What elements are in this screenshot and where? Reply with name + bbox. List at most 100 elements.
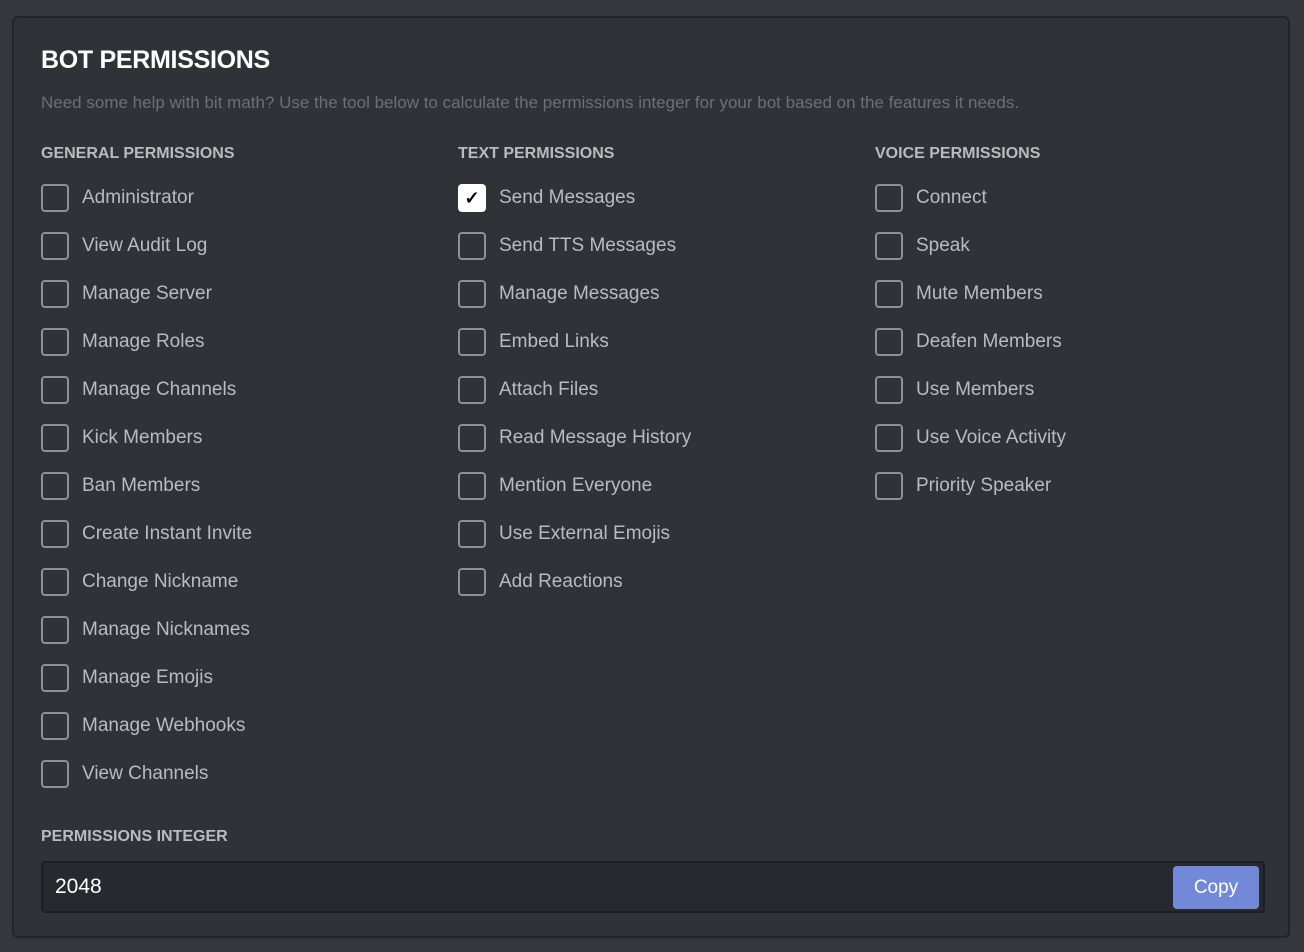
bot-permissions-panel: BOT PERMISSIONS Need some help with bit … bbox=[12, 16, 1290, 938]
voice-permissions-column: VOICE PERMISSIONS ✓ Connect ✓ Speak ✓ Mute Me… bbox=[875, 142, 1066, 510]
general-permissions-heading: GENERAL PERMISSIONS bbox=[41, 145, 235, 162]
permission-mention-everyone[interactable]: ✓ Mention Everyone bbox=[458, 462, 691, 510]
checkbox[interactable]: ✓ bbox=[875, 184, 903, 212]
checkbox[interactable]: ✓ bbox=[875, 424, 903, 452]
permission-label: Manage Roles bbox=[82, 331, 205, 352]
checkbox[interactable]: ✓ bbox=[41, 280, 69, 308]
checkbox[interactable]: ✓ bbox=[458, 184, 486, 212]
checkbox[interactable]: ✓ bbox=[458, 328, 486, 356]
permission-use-voice-activity[interactable]: ✓ Use Voice Activity bbox=[875, 414, 1066, 462]
permission-connect[interactable]: ✓ Connect bbox=[875, 174, 1066, 222]
permission-label: View Audit Log bbox=[82, 235, 208, 256]
checkbox[interactable]: ✓ bbox=[875, 232, 903, 260]
permission-administrator[interactable]: ✓ Administrator bbox=[41, 174, 252, 222]
permission-create-instant-invite[interactable]: ✓ Create Instant Invite bbox=[41, 510, 252, 558]
permission-send-messages[interactable]: ✓ Send Messages bbox=[458, 174, 691, 222]
copy-button[interactable]: Copy bbox=[1173, 866, 1259, 909]
general-permissions-column: GENERAL PERMISSIONS ✓ Administrator ✓ View … bbox=[41, 142, 252, 798]
permission-manage-emojis[interactable]: ✓ Manage Emojis bbox=[41, 654, 252, 702]
permission-label: Manage Server bbox=[82, 283, 212, 304]
permission-label: Send TTS Messages bbox=[499, 235, 677, 256]
permission-label: View Channels bbox=[82, 763, 209, 784]
permissions-integer-input[interactable] bbox=[55, 875, 1055, 899]
checkbox[interactable]: ✓ bbox=[458, 568, 486, 596]
text-permissions-column: TEXT PERMISSIONS ✓ Send Messages ✓ Send TTS… bbox=[458, 142, 691, 606]
permission-label: Connect bbox=[916, 187, 987, 208]
permission-label: Mention Everyone bbox=[499, 475, 653, 496]
permission-send-tts-messages[interactable]: ✓ Send TTS Messages bbox=[458, 222, 691, 270]
checkbox[interactable]: ✓ bbox=[41, 472, 69, 500]
checkbox[interactable]: ✓ bbox=[41, 328, 69, 356]
permission-priority-speaker[interactable]: ✓ Priority Speaker bbox=[875, 462, 1066, 510]
permission-view-channels[interactable]: ✓ View Channels bbox=[41, 750, 252, 798]
permission-manage-nicknames[interactable]: ✓ Manage Nicknames bbox=[41, 606, 252, 654]
permission-label: Manage Channels bbox=[82, 379, 237, 400]
checkbox[interactable]: ✓ bbox=[875, 472, 903, 500]
permission-label: Mute Members bbox=[916, 283, 1043, 304]
permission-label: Manage Webhooks bbox=[82, 715, 246, 736]
permission-label: Administrator bbox=[82, 187, 194, 208]
checkbox[interactable]: ✓ bbox=[41, 520, 69, 548]
checkbox[interactable]: ✓ bbox=[41, 376, 69, 404]
text-permissions-heading: TEXT PERMISSIONS bbox=[458, 145, 615, 162]
permission-add-reactions[interactable]: ✓ Add Reactions bbox=[458, 558, 691, 606]
permission-manage-webhooks[interactable]: ✓ Manage Webhooks bbox=[41, 702, 252, 750]
permission-kick-members[interactable]: ✓ Kick Members bbox=[41, 414, 252, 462]
checkbox[interactable]: ✓ bbox=[875, 280, 903, 308]
checkbox[interactable]: ✓ bbox=[41, 616, 69, 644]
permission-label: Use External Emojis bbox=[499, 523, 671, 544]
permission-attach-files[interactable]: ✓ Attach Files bbox=[458, 366, 691, 414]
checkbox[interactable]: ✓ bbox=[458, 376, 486, 404]
permission-label: Speak bbox=[916, 235, 970, 256]
permission-manage-server[interactable]: ✓ Manage Server bbox=[41, 270, 252, 318]
checkbox[interactable]: ✓ bbox=[41, 712, 69, 740]
checkbox[interactable]: ✓ bbox=[458, 424, 486, 452]
permission-label: Embed Links bbox=[499, 331, 609, 352]
permission-label: Change Nickname bbox=[82, 571, 239, 592]
permissions-integer-field: Copy bbox=[41, 861, 1265, 913]
permission-manage-roles[interactable]: ✓ Manage Roles bbox=[41, 318, 252, 366]
checkbox[interactable]: ✓ bbox=[41, 760, 69, 788]
permission-label: Use Voice Activity bbox=[916, 427, 1066, 448]
page-title: BOT PERMISSIONS bbox=[41, 46, 270, 74]
permissions-integer-heading: PERMISSIONS INTEGER bbox=[41, 828, 228, 845]
checkmark-icon: ✓ bbox=[464, 188, 480, 208]
permission-label: Kick Members bbox=[82, 427, 203, 448]
permission-label: Manage Nicknames bbox=[82, 619, 250, 640]
permission-label: Attach Files bbox=[499, 379, 599, 400]
permission-deafen-members[interactable]: ✓ Deafen Members bbox=[875, 318, 1066, 366]
checkbox[interactable]: ✓ bbox=[458, 472, 486, 500]
permission-use-members[interactable]: ✓ Use Members bbox=[875, 366, 1066, 414]
checkbox[interactable]: ✓ bbox=[458, 520, 486, 548]
voice-permissions-heading: VOICE PERMISSIONS bbox=[875, 145, 1041, 162]
checkbox[interactable]: ✓ bbox=[41, 232, 69, 260]
permission-label: Deafen Members bbox=[916, 331, 1062, 352]
checkbox[interactable]: ✓ bbox=[458, 232, 486, 260]
permission-read-message-history[interactable]: ✓ Read Message History bbox=[458, 414, 691, 462]
permission-use-external-emojis[interactable]: ✓ Use External Emojis bbox=[458, 510, 691, 558]
checkbox[interactable]: ✓ bbox=[41, 664, 69, 692]
permission-label: Add Reactions bbox=[499, 571, 623, 592]
permission-speak[interactable]: ✓ Speak bbox=[875, 222, 1066, 270]
permission-label: Priority Speaker bbox=[916, 475, 1052, 496]
permission-manage-channels[interactable]: ✓ Manage Channels bbox=[41, 366, 252, 414]
permission-label: Ban Members bbox=[82, 475, 201, 496]
permission-embed-links[interactable]: ✓ Embed Links bbox=[458, 318, 691, 366]
permission-label: Read Message History bbox=[499, 427, 692, 448]
permission-change-nickname[interactable]: ✓ Change Nickname bbox=[41, 558, 252, 606]
permission-manage-messages[interactable]: ✓ Manage Messages bbox=[458, 270, 691, 318]
permission-label: Use Members bbox=[916, 379, 1035, 400]
permission-label: Create Instant Invite bbox=[82, 523, 253, 544]
checkbox[interactable]: ✓ bbox=[41, 568, 69, 596]
permission-label: Manage Messages bbox=[499, 283, 660, 304]
permission-ban-members[interactable]: ✓ Ban Members bbox=[41, 462, 252, 510]
permission-mute-members[interactable]: ✓ Mute Members bbox=[875, 270, 1066, 318]
permission-label: Send Messages bbox=[499, 187, 636, 208]
checkbox[interactable]: ✓ bbox=[875, 376, 903, 404]
checkbox[interactable]: ✓ bbox=[458, 280, 486, 308]
permission-label: Manage Emojis bbox=[82, 667, 213, 688]
checkbox[interactable]: ✓ bbox=[875, 328, 903, 356]
permission-view-audit-log[interactable]: ✓ View Audit Log bbox=[41, 222, 252, 270]
checkbox[interactable]: ✓ bbox=[41, 424, 69, 452]
checkbox[interactable]: ✓ bbox=[41, 184, 69, 212]
